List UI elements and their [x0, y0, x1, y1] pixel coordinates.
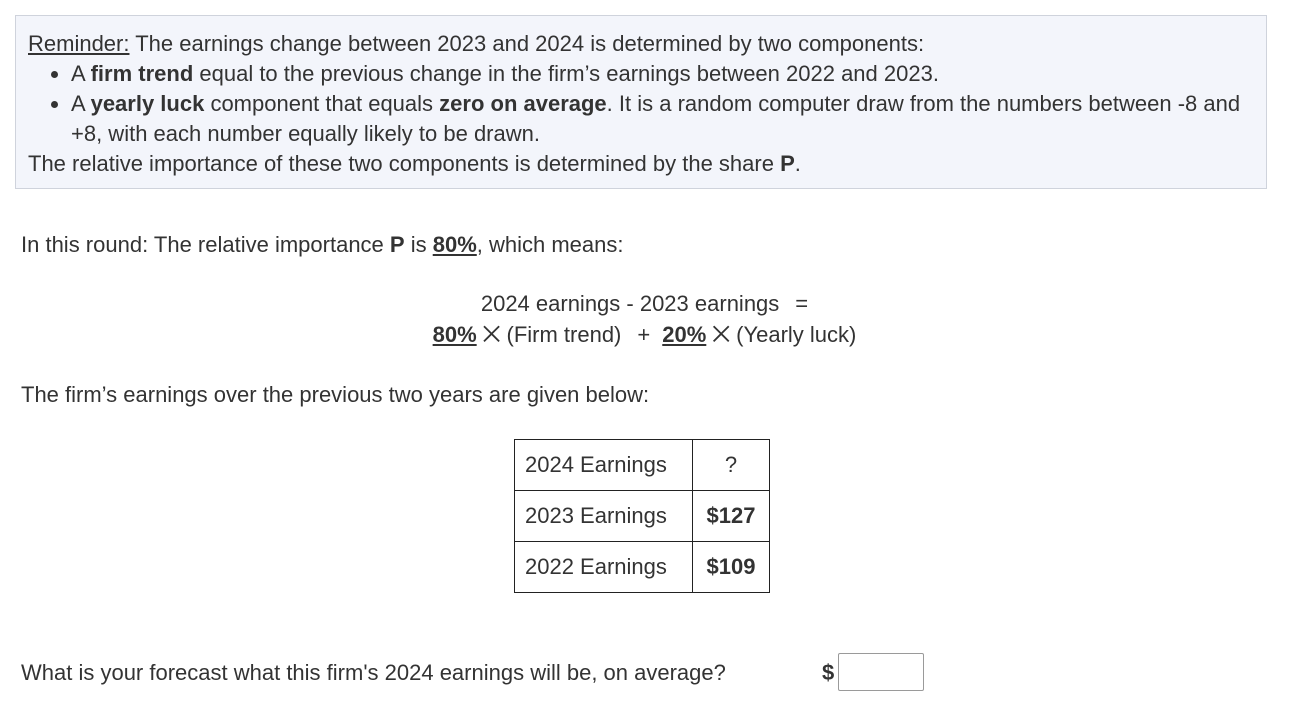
table-row: 2023 Earnings $127: [514, 490, 770, 542]
bullet2-bold2: zero on average: [439, 91, 607, 116]
bullet1-post: equal to the previous change in the firm…: [193, 61, 939, 86]
earnings-value: ?: [692, 439, 770, 491]
round-p-value: 80%: [432, 232, 477, 257]
bullet1-bold: firm trend: [90, 61, 194, 86]
reminder-label: Reminder:: [28, 31, 130, 56]
forecast-question: What is your forecast what this firm's 2…: [21, 660, 726, 685]
currency-symbol: $: [822, 660, 835, 685]
round-statement: In this round: The relative importance P…: [21, 230, 624, 260]
equation-term-luck: ⨉ (Yearly luck): [706, 322, 857, 347]
equation-lhs: 2024 earnings - 2023 earnings: [480, 291, 780, 316]
earnings-value: $109: [692, 541, 770, 593]
bullet-firm-trend: A firm trend equal to the previous chang…: [51, 59, 1266, 89]
bullet1-pre: A: [71, 61, 91, 86]
round-post: , which means:: [476, 232, 624, 257]
table-row: 2022 Earnings $109: [514, 541, 770, 593]
closing-post: .: [794, 151, 801, 176]
reminder-intro: Reminder: The earnings change between 20…: [28, 29, 1266, 59]
equation-weight-trend: 80%: [432, 322, 477, 347]
earnings-label: 2022 Earnings: [514, 541, 693, 593]
equation-plus: +: [637, 322, 651, 347]
forecast-input[interactable]: [838, 653, 924, 691]
table-row: 2024 Earnings ?: [514, 439, 770, 491]
equation-lhs-line: 2024 earnings - 2023 earnings =: [0, 289, 1289, 319]
equation-term-trend: ⨉ (Firm trend): [476, 322, 622, 347]
reminder-bullet-list: A firm trend equal to the previous chang…: [28, 59, 1266, 149]
bullet-yearly-luck: A yearly luck component that equals zero…: [51, 89, 1266, 149]
bullet2-mid: component that equals: [204, 91, 440, 116]
reminder-closing: The relative importance of these two com…: [28, 149, 1266, 179]
round-mid: is: [404, 232, 433, 257]
equation-rhs-line: 80% ⨉ (Firm trend) +20% ⨉ (Yearly luck): [0, 320, 1289, 350]
closing-bold: P: [780, 151, 795, 176]
earnings-label: 2024 Earnings: [514, 439, 693, 491]
closing-pre: The relative importance of these two com…: [28, 151, 781, 176]
reminder-box: Reminder: The earnings change between 20…: [15, 15, 1267, 189]
round-pre: In this round: The relative importance: [21, 232, 390, 257]
earnings-table: 2024 Earnings ? 2023 Earnings $127 2022 …: [514, 439, 770, 593]
previous-years-text: The firm’s earnings over the previous tw…: [21, 382, 650, 407]
earnings-value: $127: [692, 490, 770, 542]
equation-equals: =: [795, 291, 809, 316]
round-p-label: P: [389, 232, 405, 257]
reminder-intro-text: The earnings change between 2023 and 202…: [129, 31, 925, 56]
equation-weight-luck: 20%: [662, 322, 707, 347]
bullet2-pre: A: [71, 91, 91, 116]
bullet2-bold1: yearly luck: [90, 91, 205, 116]
earnings-label: 2023 Earnings: [514, 490, 693, 542]
